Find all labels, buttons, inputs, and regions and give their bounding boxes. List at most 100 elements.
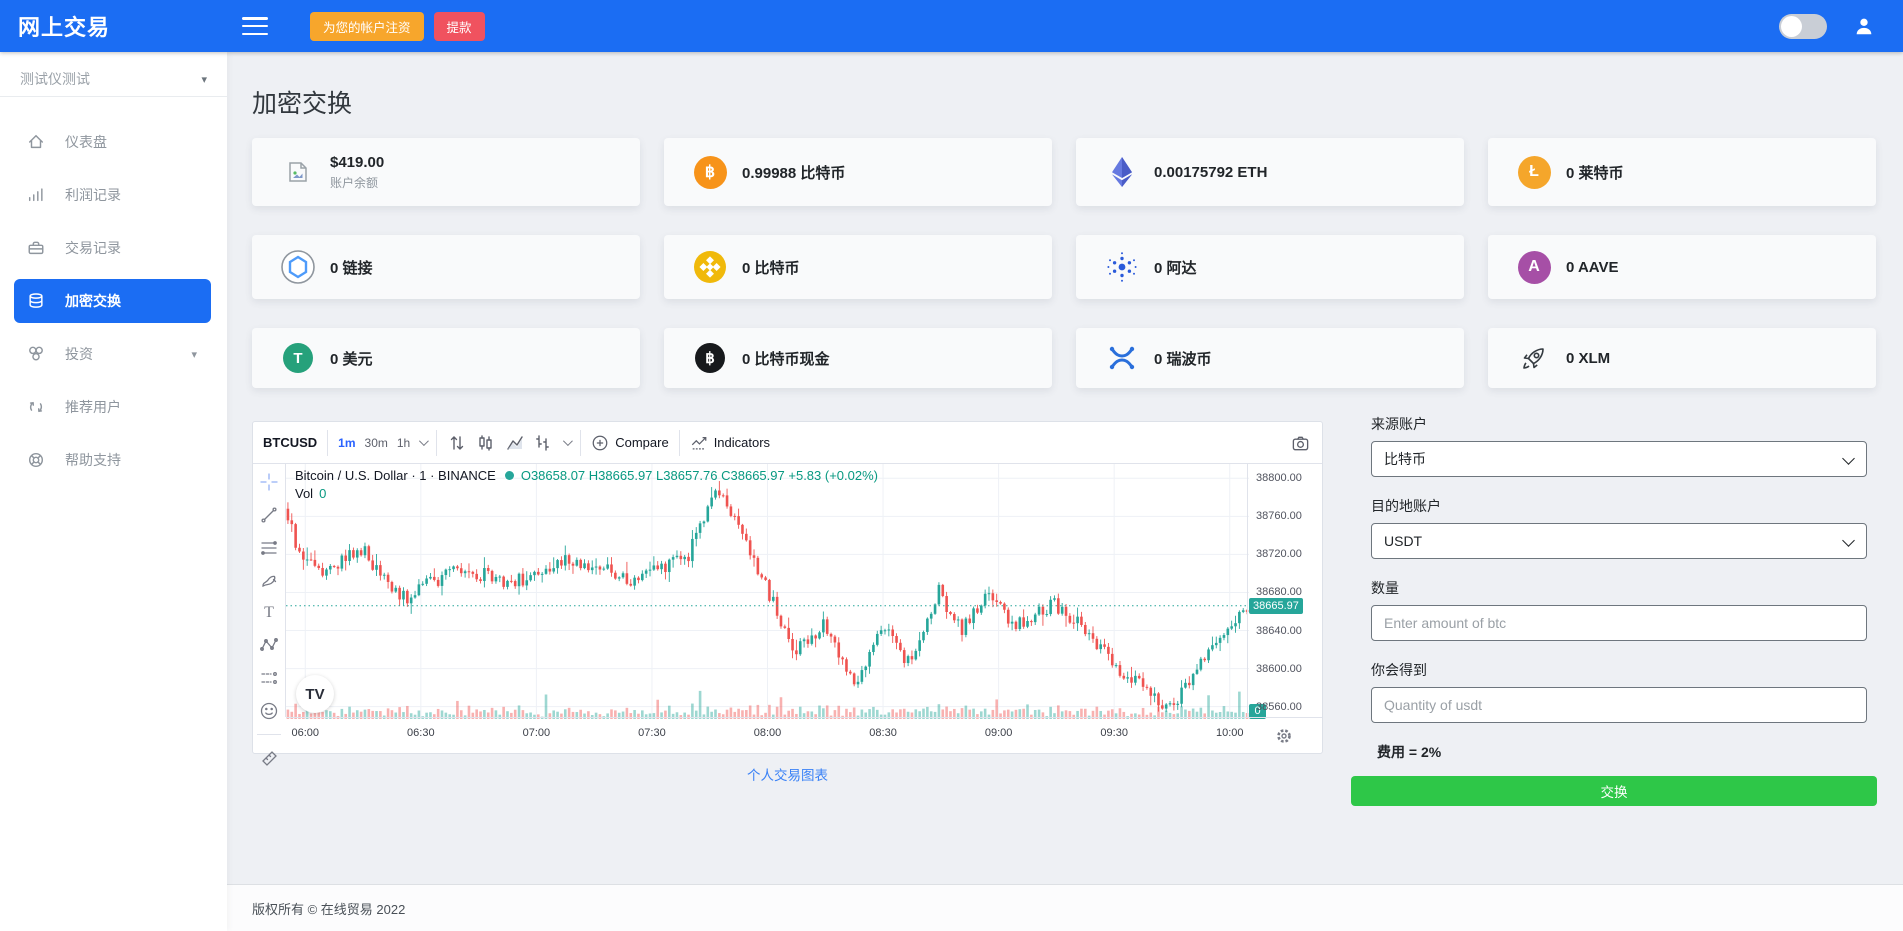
indicators-button[interactable]: Indicators: [690, 434, 770, 452]
destination-account-label: 目的地账户: [1371, 496, 1867, 516]
ada-balance-card: 0 阿达: [1076, 235, 1464, 299]
ripple-icon: [1104, 340, 1140, 376]
swap-button[interactable]: 交换: [1351, 776, 1877, 806]
compare-button[interactable]: Compare: [591, 434, 668, 452]
btc-balance-card: ฿ 0.99988 比特币: [664, 138, 1052, 206]
toggle-knob: [1781, 16, 1802, 37]
compare-arrows-icon[interactable]: [447, 433, 467, 453]
refresh-arrows-icon: [27, 398, 45, 416]
price-axis-tick: 38640.00: [1256, 625, 1302, 637]
ethereum-icon: [1104, 154, 1140, 190]
card-amount: 0 XLM: [1566, 350, 1610, 367]
personal-chart-link[interactable]: 个人交易图表: [747, 768, 828, 783]
brush-tool-icon[interactable]: [258, 571, 280, 591]
briefcase-icon: [27, 239, 45, 257]
crosshair-tool-icon[interactable]: [258, 472, 280, 492]
interval-1h-button[interactable]: 1h: [397, 436, 410, 450]
intervals-chevron-icon[interactable]: [419, 436, 429, 446]
account-name: 测试仪测试: [20, 69, 201, 89]
sidebar-item-dashboard[interactable]: 仪表盘: [14, 120, 211, 164]
interval-1m-button[interactable]: 1m: [338, 436, 355, 450]
fund-account-button[interactable]: 为您的帐户注资: [310, 12, 424, 41]
user-icon[interactable]: [1853, 15, 1875, 37]
card-amount: 0 美元: [330, 348, 373, 369]
bar-style-icon[interactable]: [534, 433, 554, 453]
bch-balance-card: ฿ 0 比特币现金: [664, 328, 1052, 388]
tether-icon: T: [280, 340, 316, 376]
brand-title: 网上交易: [18, 10, 110, 42]
position-tool-icon[interactable]: [258, 668, 280, 688]
time-axis-tick: 08:00: [754, 727, 782, 739]
ripple-balance-card: 0 瑞波币: [1076, 328, 1464, 388]
interval-30m-button[interactable]: 30m: [365, 436, 388, 450]
card-amount: $419.00: [330, 154, 384, 171]
chart-symbol[interactable]: BTCUSD: [263, 435, 317, 450]
chart-toolbar: BTCUSD 1m 30m 1h Compare: [253, 422, 1322, 464]
sidebar-item-label: 交易记录: [65, 238, 121, 258]
sidebar-item-trade-records[interactable]: 交易记录: [14, 226, 211, 270]
footer: 版权所有 © 在线贸易 2022: [227, 884, 1903, 931]
trading-chart-panel: BTCUSD 1m 30m 1h Compare: [252, 421, 1323, 754]
amount-input[interactable]: [1371, 605, 1867, 641]
emoji-tool-icon[interactable]: [258, 701, 280, 721]
tradingview-logo[interactable]: TV: [296, 675, 334, 713]
area-chart-icon[interactable]: [505, 433, 525, 453]
link-balance-card: 0 链接: [252, 235, 640, 299]
card-amount: 0 莱特币: [1566, 162, 1624, 183]
gear-icon[interactable]: [1274, 726, 1294, 746]
hamburger-menu-icon[interactable]: [242, 17, 268, 35]
chart-style-chevron-icon[interactable]: [563, 436, 573, 446]
card-amount: 0 比特币: [742, 257, 800, 278]
fee-text: 费用 = 2%: [1377, 742, 1867, 762]
bitcoin-cash-icon: ฿: [692, 340, 728, 376]
coins-icon: [27, 292, 45, 310]
sidebar-item-label: 投资: [65, 344, 93, 364]
text-tool-icon[interactable]: T: [258, 604, 280, 622]
sidebar-item-investment[interactable]: 投资 ▾: [14, 332, 211, 376]
sidebar-item-referrals[interactable]: 推荐用户: [14, 385, 211, 429]
card-amount: 0.99988 比特币: [742, 162, 845, 183]
trend-line-tool-icon[interactable]: [258, 505, 280, 525]
chart-drawing-toolbar: T: [253, 464, 286, 717]
coin-balance-card: 0 比特币: [664, 235, 1052, 299]
time-axis-tick: 09:00: [985, 727, 1013, 739]
price-axis-tick: 38560.00: [1256, 701, 1302, 713]
time-axis-tick: 08:30: [869, 727, 897, 739]
price-axis-tick: 38600.00: [1256, 663, 1302, 675]
time-axis-labels: 06:0006:3007:0007:3008:0008:3009:0009:30…: [286, 718, 1247, 753]
sidebar-item-help-support[interactable]: 帮助支持: [14, 438, 211, 482]
source-account-label: 来源账户: [1371, 414, 1867, 434]
cardano-icon: [1104, 249, 1140, 285]
time-axis[interactable]: 06:0006:3007:0007:3008:0008:3009:0009:30…: [286, 717, 1322, 753]
litecoin-icon: Ł: [1516, 154, 1552, 190]
sidebar-item-crypto-exchange[interactable]: 加密交换: [14, 279, 211, 323]
price-axis-tick: 38680.00: [1256, 586, 1302, 598]
account-selector[interactable]: 测试仪测试 ▾: [0, 62, 227, 96]
ltc-balance-card: Ł 0 莱特币: [1488, 138, 1876, 206]
card-amount: 0 AAVE: [1566, 259, 1619, 276]
market-status-dot: [505, 471, 514, 480]
pattern-tool-icon[interactable]: [258, 635, 280, 655]
amount-label: 数量: [1371, 578, 1867, 598]
fib-retracement-tool-icon[interactable]: [258, 538, 280, 558]
aave-icon: A: [1516, 249, 1552, 285]
price-axis[interactable]: 38665.97 0 38800.0038760.0038720.0038680…: [1247, 464, 1322, 717]
source-account-select[interactable]: 比特币: [1371, 441, 1867, 477]
sidebar-item-profit-records[interactable]: 利润记录: [14, 173, 211, 217]
chart-plot-area[interactable]: Bitcoin / U.S. Dollar · 1 · BINANCEO3865…: [286, 464, 1249, 719]
account-balance-card: $419.00账户余额: [252, 138, 640, 206]
broken-image-icon: [280, 154, 316, 190]
receive-label: 你会得到: [1371, 660, 1867, 680]
source-account-select-wrap: 比特币: [1371, 441, 1867, 477]
destination-account-select[interactable]: USDT: [1371, 523, 1867, 559]
tools-divider: [257, 734, 281, 735]
theme-toggle[interactable]: [1779, 14, 1827, 39]
aave-balance-card: A 0 AAVE: [1488, 235, 1876, 299]
receive-input[interactable]: [1371, 687, 1867, 723]
withdraw-button[interactable]: 提款: [434, 12, 485, 41]
life-ring-icon: [27, 451, 45, 469]
coins-cluster-icon: [27, 345, 45, 363]
sidebar-item-label: 帮助支持: [65, 450, 121, 470]
camera-icon[interactable]: [1286, 429, 1314, 457]
candles-style-icon[interactable]: [476, 433, 496, 453]
